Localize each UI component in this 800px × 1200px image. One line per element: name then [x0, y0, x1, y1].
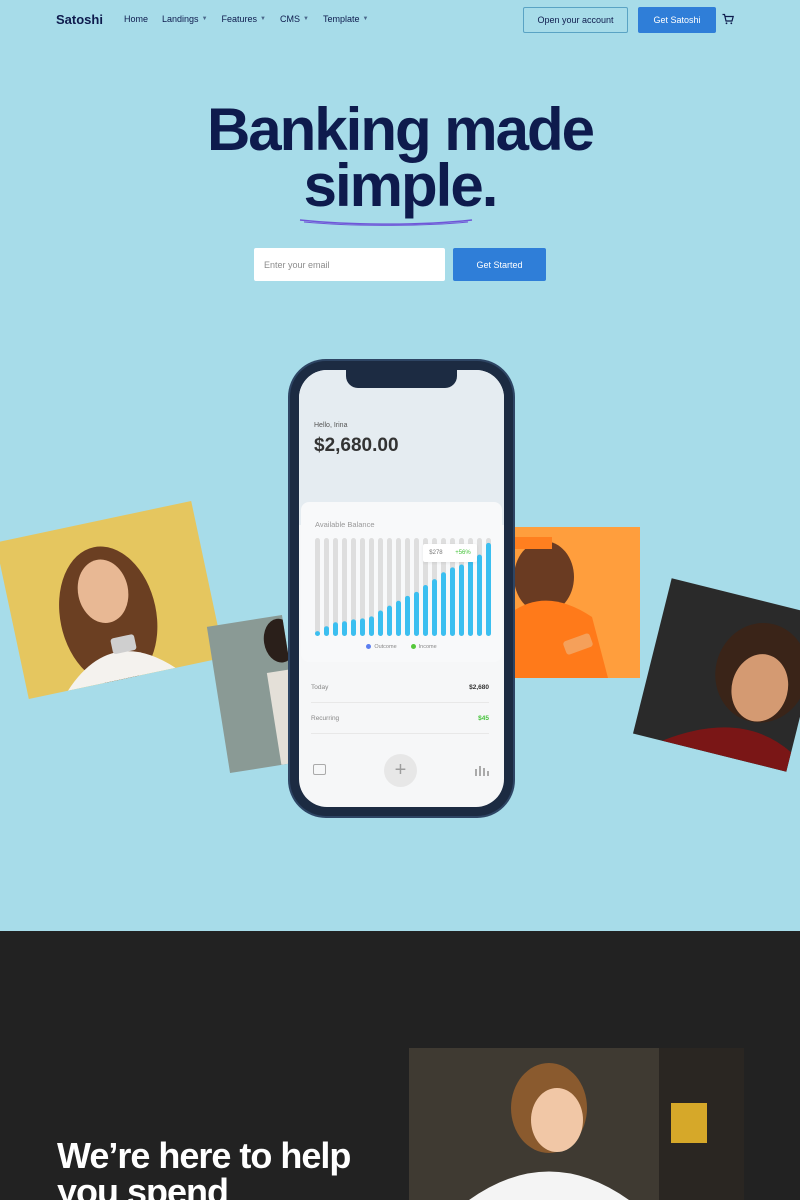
- chart-legend: Outcome Income: [301, 644, 502, 650]
- nav-item-label: Features: [221, 14, 258, 24]
- income-bar: [378, 610, 383, 636]
- income-bar: [342, 621, 347, 636]
- legend-income-label: Income: [418, 644, 437, 650]
- income-bar: [396, 600, 401, 636]
- phone-screen: Hello, Irina $2,680.00 Available Balance…: [299, 370, 504, 807]
- income-bar: [468, 560, 473, 636]
- income-bar: [459, 564, 464, 636]
- income-bar: [432, 579, 437, 636]
- income-bar: [405, 595, 410, 636]
- legend-dot-outcome: [366, 644, 372, 650]
- nav-item-label: Template: [322, 14, 360, 24]
- features-section: We’re here to help you spend: [0, 931, 800, 1200]
- section-title: We’re here to help you spend: [57, 1135, 351, 1200]
- hero-title-line2: simple.: [303, 152, 499, 219]
- photo-woman-smiling: [0, 500, 225, 700]
- bar-track: [315, 538, 320, 636]
- get-started-button[interactable]: Get Started: [453, 248, 546, 281]
- legend-outcome: Outcome: [366, 644, 397, 650]
- card-label: Available Balance: [315, 520, 375, 529]
- chevron-down-icon: ▼: [303, 16, 309, 22]
- chevron-down-icon: ▼: [260, 16, 266, 22]
- add-button[interactable]: +: [384, 754, 417, 787]
- top-nav: Satoshi Home Landings ▼ Features ▼ CMS ▼ Te…: [0, 0, 800, 40]
- email-input[interactable]: [254, 248, 445, 281]
- hero-title: Banking made simple.: [0, 100, 800, 216]
- balance-amount: $2,680.00: [314, 435, 399, 456]
- cart-icon[interactable]: [722, 13, 734, 25]
- phone-notch: [346, 370, 457, 388]
- open-account-button[interactable]: Open your account: [523, 7, 628, 33]
- tooltip-value: $278: [429, 550, 443, 556]
- bar-track: [342, 538, 347, 636]
- nav-item-cms[interactable]: CMS ▼: [280, 14, 309, 24]
- bar-track: [333, 538, 338, 636]
- wallet-icon[interactable]: [313, 764, 326, 775]
- nav-item-label: Home: [124, 14, 149, 24]
- photo-woman-working: [409, 1048, 744, 1200]
- summary-list: Today $2,680 Recurring $45: [311, 672, 489, 734]
- photo-man-phone: [512, 527, 640, 678]
- income-bar: [315, 631, 320, 636]
- income-bar: [414, 591, 419, 636]
- phone-bottom-bar: +: [299, 748, 504, 798]
- brand-logo[interactable]: Satoshi: [56, 12, 103, 27]
- greeting-text: Hello, Irina: [314, 422, 348, 429]
- income-bar: [351, 619, 356, 636]
- row-label: Today: [311, 683, 329, 691]
- income-bar: [486, 542, 491, 636]
- scribble-underline: [299, 219, 473, 226]
- income-bar: [441, 572, 446, 636]
- get-satoshi-button[interactable]: Get Satoshi: [638, 7, 716, 33]
- row-value: $45: [478, 714, 489, 722]
- legend-dot-income: [410, 644, 416, 650]
- income-bar: [423, 585, 428, 636]
- income-bar: [369, 616, 374, 636]
- nav-item-features[interactable]: Features ▼: [222, 14, 266, 24]
- bar-track: [324, 538, 329, 636]
- nav-item-home[interactable]: Home: [124, 14, 148, 24]
- nav-item-label: Landings: [162, 14, 199, 24]
- photo-woman-curly: [632, 578, 800, 772]
- chevron-down-icon: ▼: [362, 16, 369, 22]
- stats-icon[interactable]: [475, 765, 489, 776]
- income-bar: [360, 618, 365, 636]
- nav-item-label: CMS: [280, 14, 300, 24]
- income-bar: [477, 554, 482, 636]
- tooltip-change: +56%: [455, 550, 471, 556]
- available-balance-card: Available Balance $278 +56% Outcome Inco…: [301, 502, 502, 662]
- legend-income: Income: [410, 644, 437, 650]
- nav-item-landings[interactable]: Landings ▼: [162, 14, 208, 24]
- list-item[interactable]: Recurring $45: [311, 703, 489, 734]
- chart-tooltip: $278 +56%: [423, 544, 477, 562]
- income-bar: [333, 622, 338, 636]
- income-bar: [324, 626, 329, 636]
- phone-mockup: Hello, Irina $2,680.00 Available Balance…: [290, 361, 513, 816]
- list-item[interactable]: Today $2,680: [311, 672, 489, 703]
- income-bar: [387, 605, 392, 636]
- legend-outcome-label: Outcome: [374, 644, 397, 650]
- row-value: $2,680: [469, 683, 489, 691]
- main-menu: Home Landings ▼ Features ▼ CMS ▼ Template ▼: [124, 14, 368, 24]
- chevron-down-icon: ▼: [201, 16, 208, 22]
- income-bar: [450, 567, 455, 636]
- nav-item-template[interactable]: Template ▼: [323, 14, 368, 24]
- row-label: Recurring: [311, 714, 340, 722]
